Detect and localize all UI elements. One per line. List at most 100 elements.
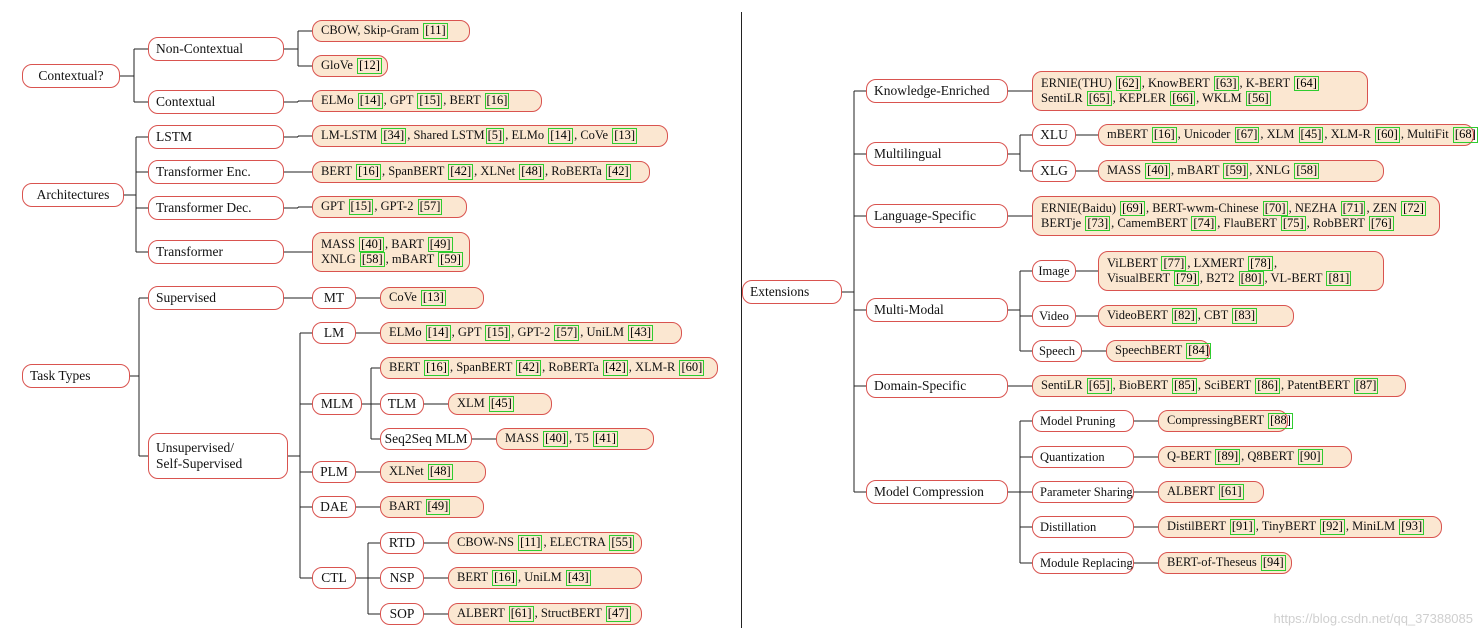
citation-ref: [49] <box>425 499 451 515</box>
category-node-vid: Video <box>1032 305 1076 327</box>
model-names: MASS <box>1107 163 1145 178</box>
model-names: , LXMERT <box>1187 255 1248 270</box>
leaf-node-cbow: CBOW, Skip-Gram [11] <box>312 20 470 42</box>
model-names: , MultiFit <box>1400 127 1452 142</box>
model-names: , WKLM <box>1196 91 1245 105</box>
leaf-node-elmo: ELMo [14], GPT [15], BERT [16] <box>312 90 542 112</box>
node-label: Self-Supervised <box>156 456 243 471</box>
node-label: Task Types <box>30 367 91 383</box>
model-names: , mBART <box>385 252 438 266</box>
leaf-node-dae: BART [49] <box>380 496 484 518</box>
leaf-line: ALBERT [61] <box>1167 484 1245 500</box>
model-names: , UniLM <box>580 325 628 340</box>
citation-ref: [78] <box>1248 255 1273 271</box>
citation-ref: [16] <box>356 164 381 180</box>
model-names: ERNIE(Baidu) <box>1041 200 1120 215</box>
model-names: BERT <box>457 570 492 585</box>
citation-ref: [92] <box>1320 519 1345 535</box>
leaf-node-lm: ELMo [14], GPT [15], GPT-2 [57], UniLM [… <box>380 322 682 344</box>
model-names: , SpanBERT <box>449 360 516 375</box>
leaf-node-lstm: LM-LSTM [34], Shared LSTM [5], ELMo [14],… <box>312 125 668 147</box>
model-names: , RoBERTa <box>545 164 605 179</box>
citation-ref: [48] <box>427 464 453 480</box>
citation-ref: [66] <box>1170 91 1196 107</box>
leaf-node-know: ERNIE(THU) [62], KnowBERT [63], K-BERT [… <box>1032 71 1368 111</box>
citation-ref: [16] <box>424 360 449 376</box>
citation-ref: [63] <box>1213 75 1239 91</box>
model-names: ViLBERT <box>1107 255 1161 270</box>
leaf-node-s2s: MASS [40], T5 [41] <box>496 428 654 450</box>
leaf-node-lang: ERNIE(Baidu) [69], BERT-wwm-Chinese [70]… <box>1032 196 1440 236</box>
citation-ref: [41] <box>593 431 618 447</box>
citation-ref: [40] <box>543 431 568 447</box>
citation-ref: [81] <box>1326 271 1352 287</box>
leaf-line: MASS [40], mBART [59], XNLG [58] <box>1107 163 1320 179</box>
citation-ref: [15] <box>485 325 511 341</box>
leaf-line: ERNIE(THU) [62], KnowBERT [63], K-BERT [… <box>1041 75 1320 91</box>
category-node-task: Task Types <box>22 364 130 388</box>
model-names: , XLM-R <box>628 360 679 375</box>
model-names: XLNet <box>389 464 427 479</box>
leaf-line: VisualBERT [79], B2T2 [80], VL-BERT [81] <box>1107 271 1352 287</box>
category-node-uns: Unsupervised/Self-Supervised <box>148 433 288 479</box>
node-label: MLM <box>320 395 354 411</box>
leaf-node-dec: GPT [15], GPT-2 [57] <box>312 196 467 218</box>
model-names: , XLNet <box>474 164 519 179</box>
citation-ref: [13] <box>612 128 638 144</box>
leaf-line: XNLG [58], mBART [59] <box>321 252 464 268</box>
category-node-img: Image <box>1032 260 1076 282</box>
citation-ref: [82] <box>1171 308 1197 324</box>
model-names: , PatentBERT <box>1281 378 1353 393</box>
model-names: , UniLM <box>517 570 565 585</box>
citation-ref: [42] <box>602 360 628 376</box>
model-names: , B2T2 <box>1199 271 1238 285</box>
leaf-node-xlg: MASS [40], mBART [59], XNLG [58] <box>1098 160 1384 182</box>
node-label: Speech <box>1038 343 1076 358</box>
model-names: , Unicoder <box>1177 127 1234 142</box>
model-names: , XNLG <box>1249 163 1294 178</box>
citation-ref: [90] <box>1297 449 1323 465</box>
leaf-node-dist: DistilBERT [91], TinyBERT [92], MiniLM [… <box>1158 516 1442 538</box>
model-names: XLM <box>457 396 488 411</box>
citation-ref: [94] <box>1260 555 1286 571</box>
category-node-rtd: RTD <box>380 532 424 554</box>
category-node-mm: Multi-Modal <box>866 298 1008 322</box>
leaf-node-nsp: BERT [16], UniLM [43] <box>448 567 642 589</box>
leaf-line: ERNIE(Baidu) [69], BERT-wwm-Chinese [70]… <box>1041 200 1427 216</box>
category-node-xlu: XLU <box>1032 124 1076 146</box>
citation-ref: [84] <box>1186 343 1212 359</box>
node-label: Video <box>1039 308 1069 323</box>
node-label: Contextual? <box>38 67 104 83</box>
category-node-dae: DAE <box>312 496 356 518</box>
leaf-node-repl: BERT-of-Theseus [94] <box>1158 552 1292 574</box>
model-names: SentiLR <box>1041 378 1086 393</box>
citation-ref: [65] <box>1086 378 1112 394</box>
node-label: LSTM <box>156 128 193 144</box>
node-label: Module Replacing <box>1040 555 1133 570</box>
citation-ref: [87] <box>1353 378 1379 394</box>
leaf-line: BART [49] <box>389 499 451 515</box>
model-names: , Q8BERT <box>1241 449 1297 464</box>
model-names: , XLM-R <box>1324 127 1375 142</box>
model-names: ERNIE(THU) <box>1041 75 1115 90</box>
model-names: CoVe <box>389 290 420 305</box>
node-label: Domain-Specific <box>874 377 967 393</box>
model-names: , T5 <box>569 431 593 446</box>
citation-ref: [55] <box>609 535 635 551</box>
model-names: , GPT-2 <box>374 199 417 214</box>
node-label: Contextual <box>156 93 216 109</box>
citation-ref: [93] <box>1399 519 1425 535</box>
category-node-nsp: NSP <box>380 567 424 589</box>
model-names: VisualBERT <box>1107 271 1173 285</box>
citation-ref: [67] <box>1234 127 1260 143</box>
model-names: VideoBERT <box>1107 308 1171 323</box>
model-names: , ELECTRA <box>543 535 609 550</box>
model-names: , Shared LSTM <box>407 128 485 143</box>
citation-ref: [14] <box>548 128 574 144</box>
leaf-node-trf: MASS [40], BART [49] XNLG [58], mBART [59… <box>312 232 470 272</box>
model-names: BERT <box>321 164 356 179</box>
leaf-line: ALBERT [61], StructBERT [47] <box>457 606 632 622</box>
model-names: , ZEN <box>1366 200 1401 215</box>
citation-ref: [42] <box>516 360 542 376</box>
node-label: Seq2Seq MLM <box>384 430 468 446</box>
